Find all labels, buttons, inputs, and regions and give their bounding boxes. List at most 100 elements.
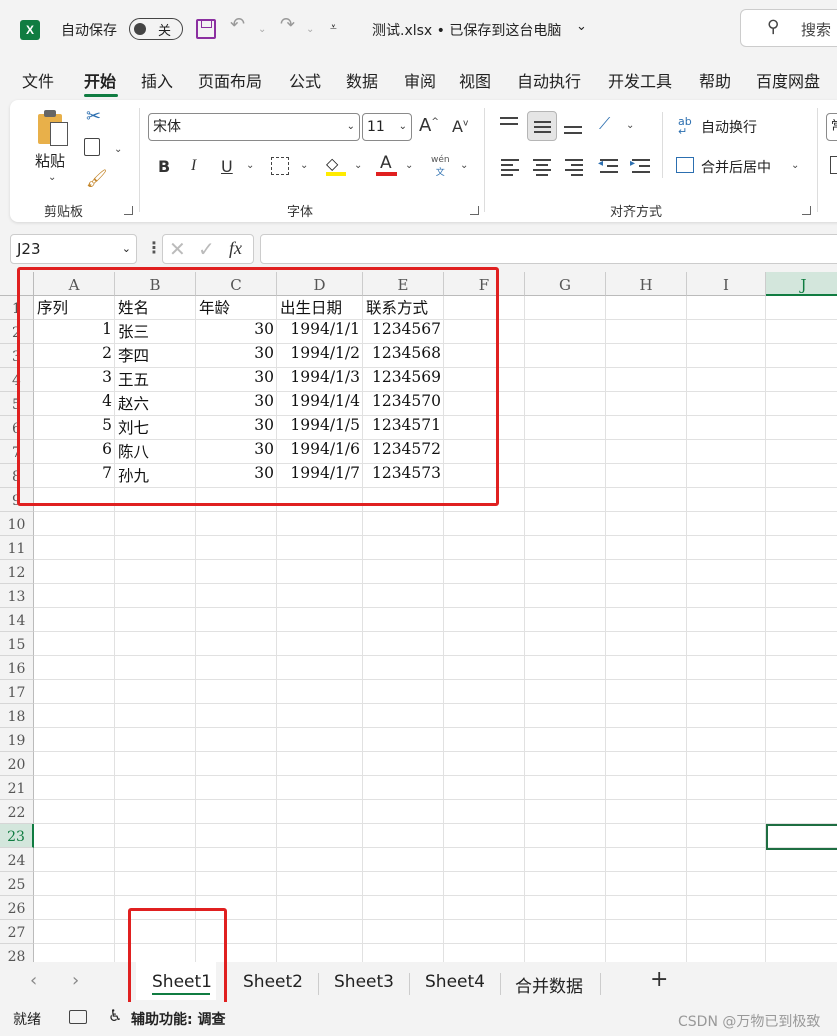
underline-dropdown-icon[interactable]: ⌄ bbox=[246, 160, 254, 171]
paste-icon[interactable] bbox=[36, 110, 70, 146]
formula-bar-more-icon[interactable]: ⋮ bbox=[146, 238, 162, 257]
phonetic-dropdown-icon[interactable]: ⌄ bbox=[460, 160, 468, 171]
row-header-10[interactable]: 10 bbox=[0, 512, 34, 536]
search-box[interactable]: ⚲ 搜索 bbox=[740, 9, 837, 47]
orientation-icon[interactable]: ⟋ bbox=[599, 114, 610, 134]
tab-view[interactable]: 视图 bbox=[459, 68, 491, 92]
insert-function-icon[interactable]: fx bbox=[229, 238, 242, 259]
font-launcher-icon[interactable] bbox=[470, 206, 479, 215]
middle-align-button[interactable] bbox=[527, 111, 557, 141]
autosave-toggle[interactable]: 关 bbox=[129, 18, 183, 40]
bottom-align-icon[interactable] bbox=[562, 114, 584, 136]
fill-color-icon[interactable]: ◇ bbox=[326, 154, 338, 173]
align-left-icon[interactable] bbox=[499, 156, 521, 178]
tab-help[interactable]: 帮助 bbox=[699, 68, 731, 92]
formula-input[interactable] bbox=[260, 234, 837, 264]
increase-indent-icon[interactable]: ▸ bbox=[630, 156, 652, 178]
tab-file[interactable]: 文件 bbox=[22, 68, 54, 92]
number-format-icon[interactable] bbox=[830, 156, 837, 174]
grow-font-icon[interactable]: A^ bbox=[419, 115, 439, 136]
merge-dropdown-icon[interactable]: ⌄ bbox=[791, 160, 799, 171]
name-box[interactable]: J23 ⌄ bbox=[10, 234, 137, 264]
accessibility-icon[interactable]: ♿ bbox=[108, 1006, 122, 1025]
borders-icon[interactable] bbox=[271, 157, 289, 175]
undo-icon[interactable]: ↶ bbox=[230, 14, 245, 35]
align-center-icon[interactable] bbox=[531, 156, 553, 178]
copy-dropdown-icon[interactable]: ⌄ bbox=[114, 144, 122, 155]
scroll-tabs-left-icon[interactable]: ‹ bbox=[30, 970, 37, 991]
row-header-11[interactable]: 11 bbox=[0, 536, 34, 560]
row-header-19[interactable]: 19 bbox=[0, 728, 34, 752]
row-header-21[interactable]: 21 bbox=[0, 776, 34, 800]
merge-center-label[interactable]: 合并后居中 bbox=[701, 157, 771, 177]
macro-record-icon[interactable] bbox=[69, 1010, 87, 1024]
tab-review[interactable]: 审阅 bbox=[404, 68, 436, 92]
redo-dropdown-icon[interactable]: ⌄ bbox=[306, 24, 314, 35]
paste-dropdown-icon[interactable]: ⌄ bbox=[48, 172, 56, 183]
row-header-12[interactable]: 12 bbox=[0, 560, 34, 584]
title-chevron-down-icon[interactable]: ⌄ bbox=[576, 19, 587, 34]
font-size-combo[interactable]: 11 ⌄ bbox=[362, 113, 412, 141]
shrink-font-icon[interactable]: Av bbox=[452, 117, 468, 136]
merge-center-icon[interactable] bbox=[676, 157, 694, 173]
tab-baidu-netdisk[interactable]: 百度网盘 bbox=[756, 68, 820, 92]
add-sheet-icon[interactable]: + bbox=[650, 967, 668, 992]
tab-formulas[interactable]: 公式 bbox=[289, 68, 321, 92]
tab-page-layout[interactable]: 页面布局 bbox=[198, 68, 262, 92]
bold-button[interactable]: B bbox=[158, 157, 170, 176]
decrease-indent-icon[interactable]: ◂ bbox=[598, 156, 620, 178]
tab-automate[interactable]: 自动执行 bbox=[517, 68, 581, 92]
clipboard-launcher-icon[interactable] bbox=[124, 206, 133, 215]
wrap-text-label[interactable]: 自动换行 bbox=[701, 117, 757, 137]
save-icon[interactable] bbox=[196, 19, 216, 39]
row-header-16[interactable]: 16 bbox=[0, 656, 34, 680]
accessibility-status[interactable]: 辅助功能: 调查 bbox=[131, 1009, 225, 1029]
font-name-combo[interactable]: 宋体 ⌄ bbox=[148, 113, 360, 141]
column-header-g[interactable]: G bbox=[525, 272, 606, 296]
column-header-j[interactable]: J bbox=[766, 272, 837, 296]
paste-label[interactable]: 粘贴 bbox=[35, 150, 65, 171]
tab-insert[interactable]: 插入 bbox=[141, 68, 173, 92]
format-painter-icon[interactable]: 🖌 bbox=[86, 169, 108, 189]
borders-dropdown-icon[interactable]: ⌄ bbox=[300, 160, 308, 171]
copy-icon[interactable] bbox=[84, 138, 100, 156]
underline-button[interactable]: U bbox=[221, 157, 233, 176]
font-color-icon[interactable]: A bbox=[380, 153, 392, 173]
selected-cell-j23[interactable] bbox=[766, 824, 837, 850]
orientation-dropdown-icon[interactable]: ⌄ bbox=[626, 120, 634, 131]
row-header-26[interactable]: 26 bbox=[0, 896, 34, 920]
alignment-launcher-icon[interactable] bbox=[802, 206, 811, 215]
fill-color-dropdown-icon[interactable]: ⌄ bbox=[354, 160, 362, 171]
align-right-icon[interactable] bbox=[563, 156, 585, 178]
cancel-entry-icon[interactable]: ✕ bbox=[169, 237, 186, 261]
top-align-icon[interactable] bbox=[498, 114, 520, 134]
row-header-25[interactable]: 25 bbox=[0, 872, 34, 896]
row-header-22[interactable]: 22 bbox=[0, 800, 34, 824]
tab-developer[interactable]: 开发工具 bbox=[608, 68, 672, 92]
file-title[interactable]: 测试.xlsx • 已保存到这台电脑 bbox=[372, 20, 561, 40]
undo-dropdown-icon[interactable]: ⌄ bbox=[258, 24, 266, 35]
italic-button[interactable]: I bbox=[191, 157, 196, 175]
row-header-27[interactable]: 27 bbox=[0, 920, 34, 944]
row-header-17[interactable]: 17 bbox=[0, 680, 34, 704]
cut-icon[interactable]: ✂ bbox=[86, 106, 101, 127]
wrap-text-icon[interactable]: ab ↵ bbox=[678, 116, 692, 137]
phonetic-icon[interactable]: wén 文 bbox=[431, 155, 450, 178]
font-color-dropdown-icon[interactable]: ⌄ bbox=[405, 160, 413, 171]
row-header-24[interactable]: 24 bbox=[0, 848, 34, 872]
sheet-tab-sheet3[interactable]: Sheet3 bbox=[334, 972, 394, 992]
tab-data[interactable]: 数据 bbox=[346, 68, 378, 92]
customize-qat-icon[interactable]: ⩡ bbox=[330, 20, 337, 35]
sheet-tab-merged-data[interactable]: 合并数据 bbox=[515, 972, 583, 997]
number-format-combo[interactable]: 常 bbox=[826, 113, 837, 141]
sheet-tab-sheet2[interactable]: Sheet2 bbox=[243, 972, 303, 992]
row-header-15[interactable]: 15 bbox=[0, 632, 34, 656]
redo-icon[interactable]: ↷ bbox=[280, 14, 295, 35]
tab-home[interactable]: 开始 bbox=[84, 68, 116, 92]
row-header-14[interactable]: 14 bbox=[0, 608, 34, 632]
confirm-entry-icon[interactable]: ✓ bbox=[198, 237, 215, 261]
column-header-h[interactable]: H bbox=[606, 272, 687, 296]
column-header-i[interactable]: I bbox=[687, 272, 766, 296]
scroll-tabs-right-icon[interactable]: › bbox=[72, 970, 79, 991]
row-header-20[interactable]: 20 bbox=[0, 752, 34, 776]
